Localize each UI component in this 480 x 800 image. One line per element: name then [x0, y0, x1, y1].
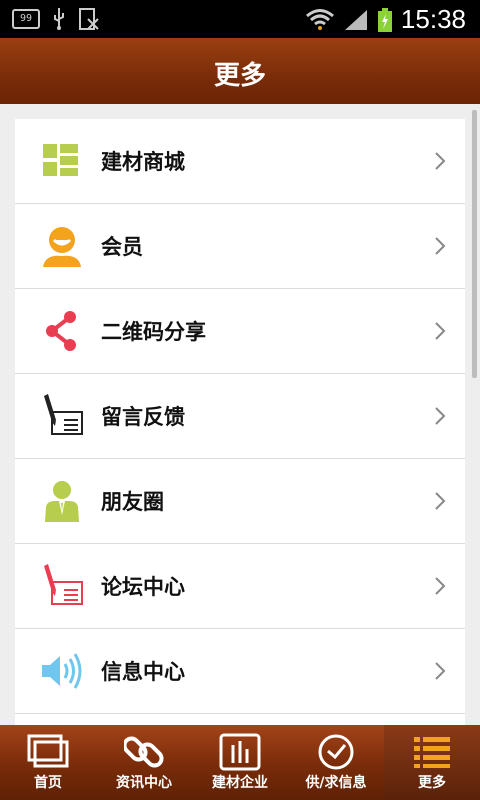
menu-item-feedback[interactable]: 留言反馈: [15, 374, 465, 459]
speaker-icon: [42, 653, 82, 689]
sim-icon: [79, 8, 99, 30]
wifi-icon: [305, 8, 334, 30]
chevron-right-icon: [435, 577, 446, 595]
clock-check-icon: [318, 734, 354, 770]
member-avatar-icon: [43, 227, 81, 267]
tab-more[interactable]: 更多: [384, 725, 480, 800]
tab-label: 首页: [34, 775, 62, 791]
menu-item-label: 信息中心: [101, 660, 185, 684]
menu-item-label: 建材商城: [101, 150, 185, 174]
tab-label: 供/求信息: [305, 775, 367, 791]
header: 更多: [0, 38, 480, 104]
pen-note-icon: [44, 394, 83, 435]
clock: 15:38: [400, 4, 466, 34]
tab-supply-demand[interactable]: 供/求信息: [288, 725, 384, 800]
notification-badge: 99: [12, 9, 40, 29]
menu-item-label: 论坛中心: [101, 575, 185, 599]
tab-home[interactable]: 首页: [0, 725, 96, 800]
battery-icon: [377, 7, 392, 32]
tab-label: 更多: [418, 775, 446, 791]
menu-item-label: 会员: [101, 235, 143, 259]
list-icon: [414, 737, 450, 768]
share-icon: [46, 311, 76, 351]
menu-item-friends-circle[interactable]: 朋友圈: [15, 459, 465, 544]
menu-item-building-materials-mall[interactable]: 建材商城: [15, 119, 465, 204]
bottom-tab-bar: 首页 资讯中心 建材企业 供/求信息 更多: [0, 725, 480, 800]
home-windows-icon: [27, 734, 69, 768]
menu-item-info-center[interactable]: 信息中心: [15, 629, 465, 714]
signal-icon: [344, 9, 367, 30]
link-icon: [124, 736, 164, 768]
scrollbar[interactable]: [472, 110, 477, 378]
chevron-right-icon: [435, 237, 446, 255]
menu-item-label: 朋友圈: [101, 490, 164, 514]
menu-item-label: 留言反馈: [101, 405, 185, 429]
usb-icon: [54, 8, 64, 30]
menu-item-member[interactable]: 会员: [15, 204, 465, 289]
grid-list-icon: [43, 144, 78, 176]
menu-item-qrcode-share[interactable]: 二维码分享: [15, 289, 465, 374]
chevron-right-icon: [435, 662, 446, 680]
chevron-right-icon: [435, 492, 446, 510]
bar-chart-icon: [219, 733, 261, 771]
tab-news-center[interactable]: 资讯中心: [96, 725, 192, 800]
tab-enterprises[interactable]: 建材企业: [192, 725, 288, 800]
tab-label: 建材企业: [212, 775, 268, 791]
menu-item-forum-center[interactable]: 论坛中心: [15, 544, 465, 629]
person-icon: [45, 481, 79, 522]
chevron-right-icon: [435, 152, 446, 170]
menu-item-label: 二维码分享: [101, 320, 206, 344]
pen-note-red-icon: [44, 564, 83, 605]
page-title: 更多: [213, 61, 266, 91]
menu-list: 建材商城 会员 二维码分享 留言反馈 朋友圈 论坛中心 信息中心: [15, 119, 465, 725]
chevron-right-icon: [435, 407, 446, 425]
status-bar: 99 15:38: [0, 0, 480, 38]
tab-label: 资讯中心: [116, 775, 172, 791]
chevron-right-icon: [435, 322, 446, 340]
